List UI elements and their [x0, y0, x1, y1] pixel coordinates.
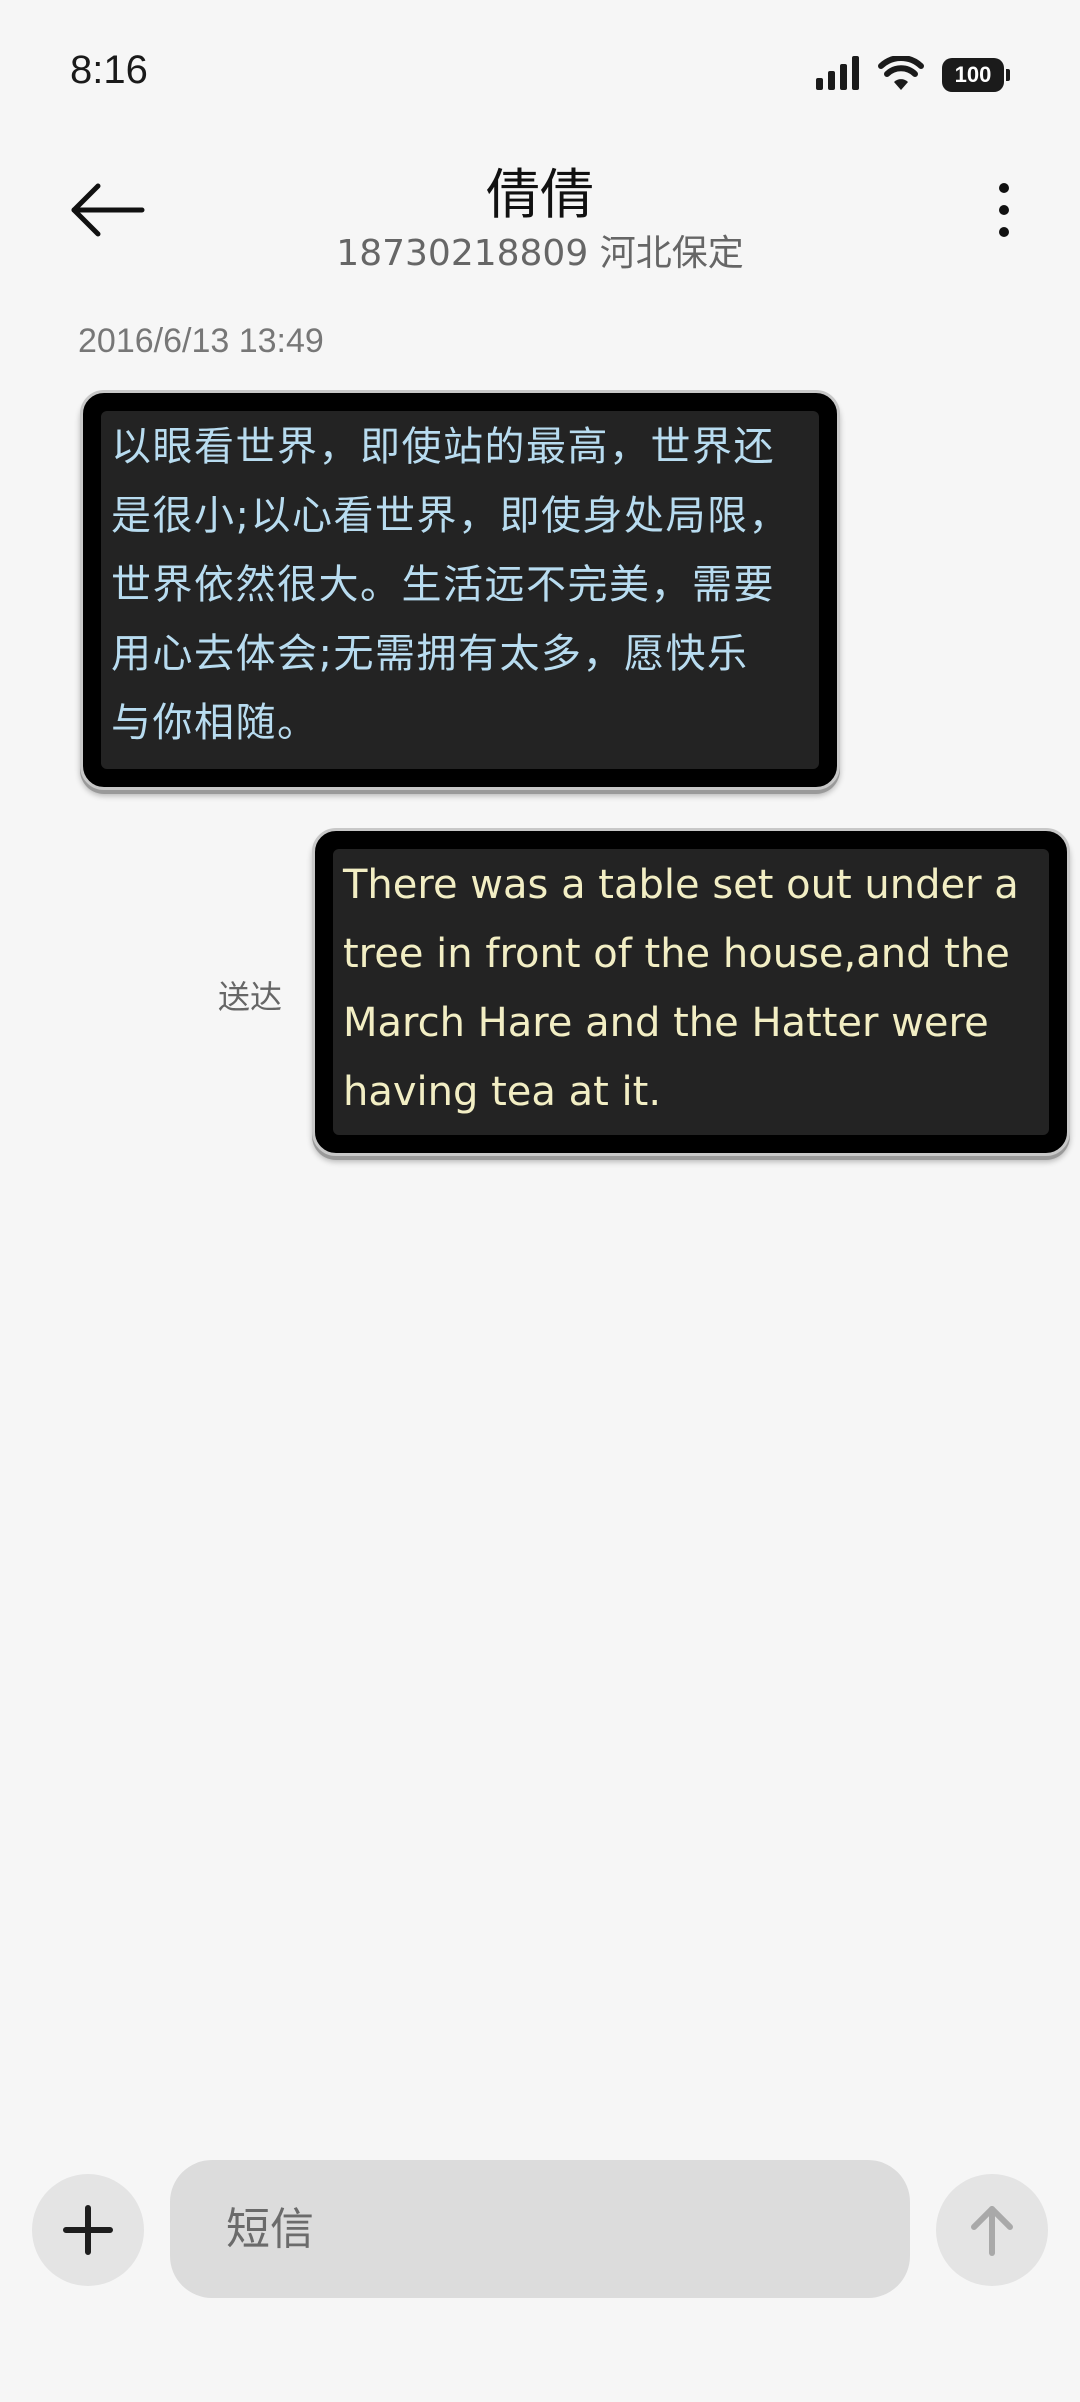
message-line: March Hare and the Hatter were [343, 1000, 989, 1046]
more-vertical-icon [999, 183, 1009, 237]
message-line: 以眼看世界，即使站的最高，世界还 [111, 424, 775, 470]
signal-icon [816, 56, 860, 94]
message-line: There was a table set out under a [343, 862, 1019, 908]
send-arrow-up-icon [971, 2206, 1013, 2256]
battery-icon: 100 [942, 58, 1010, 92]
conversation-header: 倩倩 18730218809 河北保定 [0, 150, 1080, 280]
contact-name[interactable]: 倩倩 [0, 150, 1080, 229]
message-line: 用心去体会;无需拥有太多，愿快乐 [111, 631, 749, 677]
battery-level: 100 [954, 62, 992, 87]
contact-number-location: 18730218809 河北保定 [336, 233, 744, 274]
outgoing-message-body: There was a table set out under a tree i… [333, 849, 1049, 1135]
outgoing-message-bubble[interactable]: There was a table set out under a tree i… [312, 828, 1070, 1156]
message-line: 是很小;以心看世界，即使身处局限， [111, 493, 790, 539]
more-options-button[interactable] [974, 180, 1034, 240]
status-bar: 8:16 100 [0, 0, 1080, 150]
message-line: 世界依然很大。生活远不完美，需要 [111, 562, 775, 608]
plus-icon [63, 2205, 113, 2255]
status-icons: 100 [816, 55, 1010, 94]
message-timestamp: 2016/6/13 13:49 [78, 322, 324, 360]
incoming-message-bubble[interactable]: 以眼看世界，即使站的最高，世界还 是很小;以心看世界，即使身处局限， 世界依然很… [80, 390, 840, 790]
incoming-message-body: 以眼看世界，即使站的最高，世界还 是很小;以心看世界，即使身处局限， 世界依然很… [101, 411, 819, 769]
delivery-status: 送达 [218, 978, 283, 1016]
conversation-screen: 8:16 100 倩倩 18730218809 河北保定 2016/6/13 1… [0, 0, 1080, 2402]
message-line: 与你相随。 [111, 700, 319, 746]
message-line: tree in front of the house,and the [343, 931, 1010, 977]
add-attachment-button[interactable] [32, 2174, 144, 2286]
send-button[interactable] [936, 2174, 1048, 2286]
composer-bar [0, 2110, 1080, 2402]
wifi-icon [878, 55, 924, 94]
message-line: having tea at it. [343, 1069, 662, 1115]
message-input[interactable] [170, 2160, 910, 2298]
status-time: 8:16 [70, 48, 148, 92]
